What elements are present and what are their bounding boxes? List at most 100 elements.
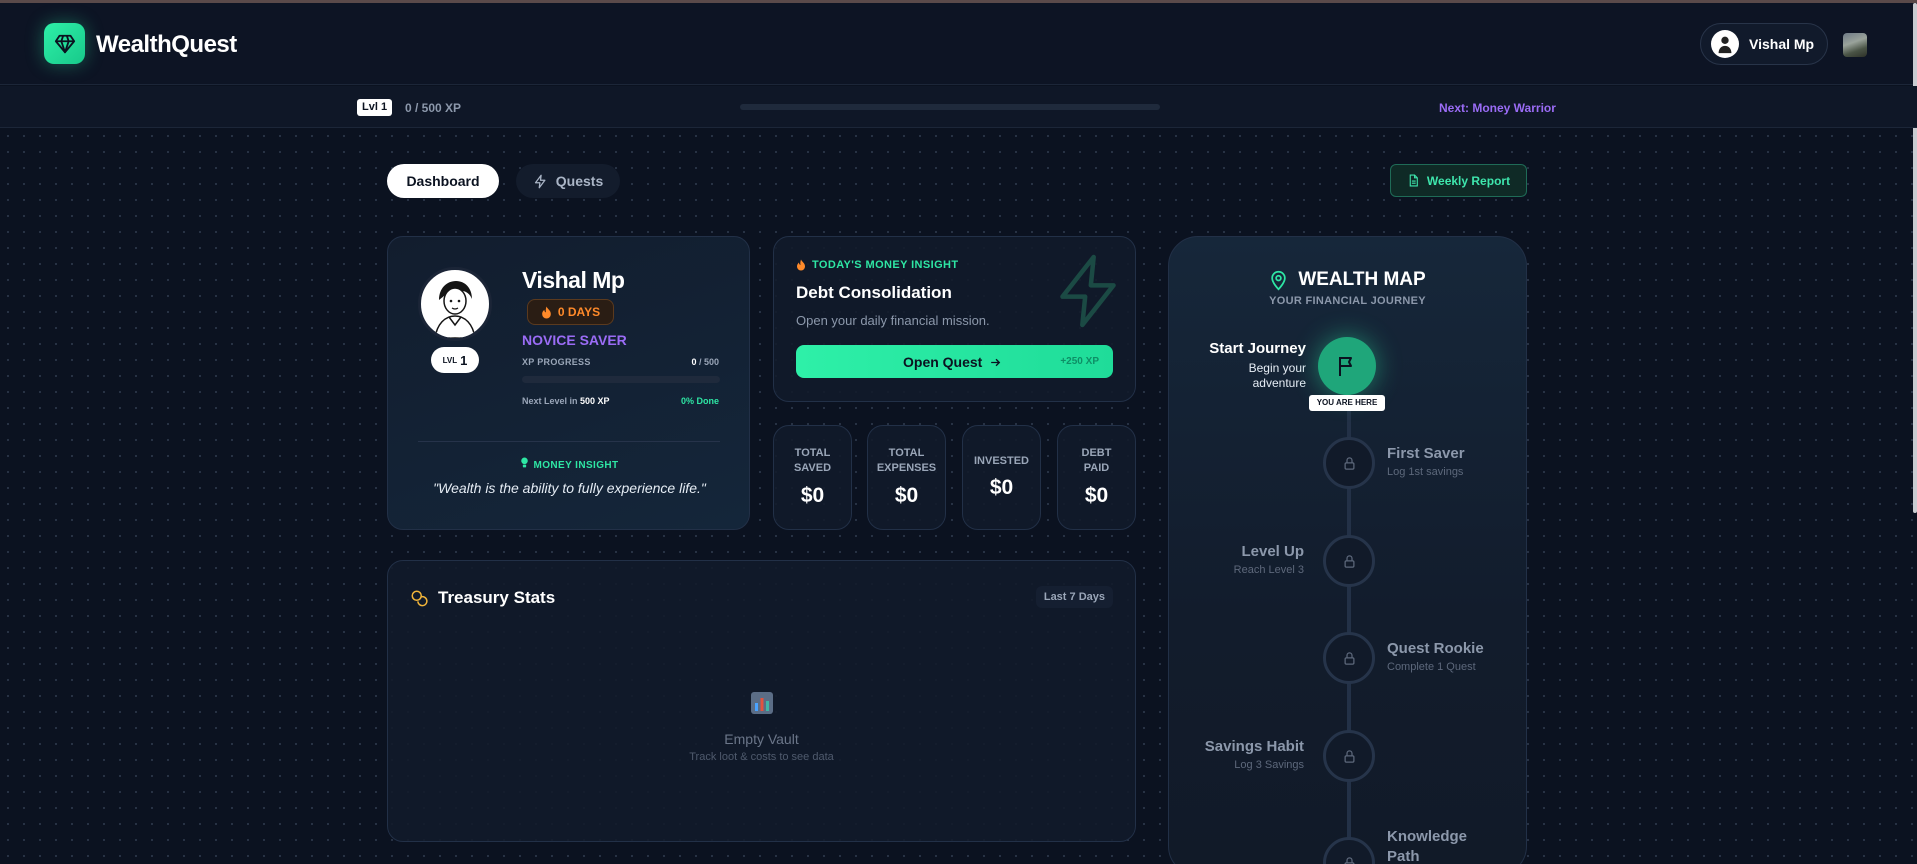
insight-subtitle: Open your daily financial mission. — [796, 313, 990, 328]
bolt-icon — [534, 174, 546, 188]
lock-icon — [1344, 856, 1354, 864]
xp-track — [740, 104, 1160, 110]
user-name: Vishal Mp — [1749, 36, 1815, 52]
xp-progress-track — [522, 376, 720, 383]
next-level-xp: 500 XP — [580, 396, 610, 406]
start-journey-node[interactable] — [1318, 337, 1376, 395]
divider — [418, 441, 720, 442]
bolt-icon — [1060, 254, 1116, 328]
app-name: WealthQuest — [96, 31, 237, 58]
stat-label-line1: DEBT — [1081, 447, 1112, 459]
tab-quests[interactable]: Quests — [516, 164, 620, 198]
milestone-subtitle: Log 1st savings — [1387, 466, 1464, 478]
treasury-title: Treasury Stats — [410, 588, 555, 608]
progress-done: 0% Done — [680, 396, 719, 406]
xp-total: / 500 — [696, 357, 719, 367]
coins-icon — [411, 590, 428, 607]
milestone-node-first-saver[interactable] — [1323, 437, 1375, 489]
logo[interactable] — [44, 23, 85, 64]
lock-icon — [1344, 554, 1354, 568]
level-number: 1 — [460, 352, 468, 368]
empty-state-subtitle: Track loot & costs to see data — [689, 751, 834, 763]
insight-title: Debt Consolidation — [796, 283, 952, 302]
stat-label-line2: EXPENSES — [876, 462, 937, 474]
level-badge: LVL 1 — [431, 347, 479, 373]
milestone-title: Level Up — [1241, 543, 1304, 560]
milestone-subtitle: Complete 1 Quest — [1387, 661, 1476, 673]
tab-dashboard[interactable]: Dashboard — [387, 164, 499, 198]
treasury-stats-card: Treasury Stats Last 7 Days Empty Vault T… — [387, 560, 1136, 842]
lock-icon — [1344, 749, 1354, 763]
stat-label-line2: PAID — [1083, 462, 1110, 474]
avatar — [1711, 30, 1739, 58]
treasury-title-text: Treasury Stats — [438, 588, 556, 607]
xp-text: 0 / 500 XP — [405, 101, 462, 115]
open-quest-label: Open Quest — [903, 354, 983, 370]
insight-label-text: TODAY'S MONEY INSIGHT — [812, 259, 959, 271]
stat-label-line2: SAVED — [793, 462, 832, 474]
stat-value: $0 — [800, 484, 825, 507]
scrollbar[interactable] — [1913, 3, 1917, 513]
stat-total-saved: TOTAL SAVED $0 — [773, 425, 852, 530]
bar-chart-icon — [751, 692, 773, 714]
tab-quests-label: Quests — [555, 173, 604, 189]
stat-invested: INVESTED $0 — [962, 425, 1041, 530]
stat-total-expenses: TOTAL EXPENSES $0 — [867, 425, 946, 530]
next-level-prefix: Next Level in — [522, 396, 581, 406]
empty-state-title: Empty Vault — [724, 731, 799, 747]
milestone-node-quest-rookie[interactable] — [1323, 632, 1375, 684]
open-quest-button[interactable]: Open Quest +250 XP — [796, 345, 1113, 378]
rank-title: NOVICE SAVER — [522, 332, 627, 348]
profile-image[interactable] — [1843, 33, 1867, 57]
map-pin-icon — [1271, 270, 1287, 290]
wealth-map-subtitle: YOUR FINANCIAL JOURNEY — [1269, 295, 1426, 307]
diamond-icon — [54, 34, 75, 53]
milestone-title: Savings Habit — [1204, 738, 1304, 755]
next-level-text: Next Level in 500 XP — [522, 396, 610, 406]
stat-label-line1: TOTAL — [794, 447, 831, 459]
insight-label: TODAY'S MONEY INSIGHT — [796, 259, 959, 271]
journey-path-line — [1347, 357, 1351, 864]
you-are-here-tag: YOU ARE HERE — [1309, 395, 1385, 411]
stat-value: $0 — [894, 484, 919, 507]
document-icon — [1409, 174, 1418, 187]
milestone-title: First Saver — [1387, 445, 1465, 462]
next-rank-label: Next: Money Warrior — [1439, 101, 1556, 115]
milestone-subtitle: Reach Level 3 — [1233, 564, 1304, 576]
stat-label-line1: TOTAL — [888, 447, 925, 459]
xp-progress-value: 0 / 500 — [691, 357, 719, 367]
streak-badge: 0 DAYS — [527, 299, 614, 325]
milestone-node-savings-habit[interactable] — [1323, 730, 1375, 782]
open-quest-label-wrap: Open Quest — [903, 354, 1002, 370]
profile-card: LVL 1 Vishal Mp 0 DAYS NOVICE SAVER XP P… — [387, 236, 750, 530]
flag-icon — [1339, 357, 1352, 376]
quest-xp-reward: +250 XP — [1060, 356, 1099, 367]
wealth-map-title: WEALTH MAP — [1169, 269, 1526, 291]
xp-progress-label: XP PROGRESS — [522, 357, 591, 367]
date-range-badge: Last 7 Days — [1035, 586, 1113, 608]
stat-label-line1: INVESTED — [973, 455, 1029, 467]
milestone-node-level-up[interactable] — [1323, 535, 1375, 587]
level-chip: Lvl 1 — [357, 99, 393, 116]
stat-value: $0 — [1084, 484, 1109, 507]
flame-icon — [797, 259, 805, 271]
user-menu-button[interactable]: Vishal Mp — [1700, 23, 1828, 65]
stat-debt-paid: DEBT PAID $0 — [1057, 425, 1136, 530]
bulb-icon — [521, 457, 529, 468]
milestone-node-knowledge-path[interactable] — [1323, 837, 1375, 864]
weekly-report-button[interactable]: Weekly Report — [1390, 164, 1527, 197]
lock-icon — [1344, 651, 1354, 665]
daily-insight-card: TODAY'S MONEY INSIGHT Debt Consolidation… — [773, 236, 1136, 402]
wealth-map-title-text: WEALTH MAP — [1298, 269, 1426, 290]
profile-name: Vishal Mp — [522, 267, 625, 293]
lock-icon — [1344, 456, 1354, 470]
wealth-map-card: WEALTH MAP YOUR FINANCIAL JOURNEY Start … — [1168, 236, 1527, 864]
level-prefix: LVL — [442, 355, 458, 365]
app-header: WealthQuest Vishal Mp — [0, 3, 1917, 85]
weekly-report-label: Weekly Report — [1426, 173, 1511, 188]
start-journey-subtitle: Begin your adventure — [1248, 361, 1306, 390]
start-journey-title: Start Journey — [1209, 340, 1306, 357]
profile-avatar — [418, 267, 492, 341]
milestone-title: Quest Rookie — [1387, 640, 1484, 657]
insight-quote: "Wealth is the ability to fully experien… — [433, 480, 706, 496]
